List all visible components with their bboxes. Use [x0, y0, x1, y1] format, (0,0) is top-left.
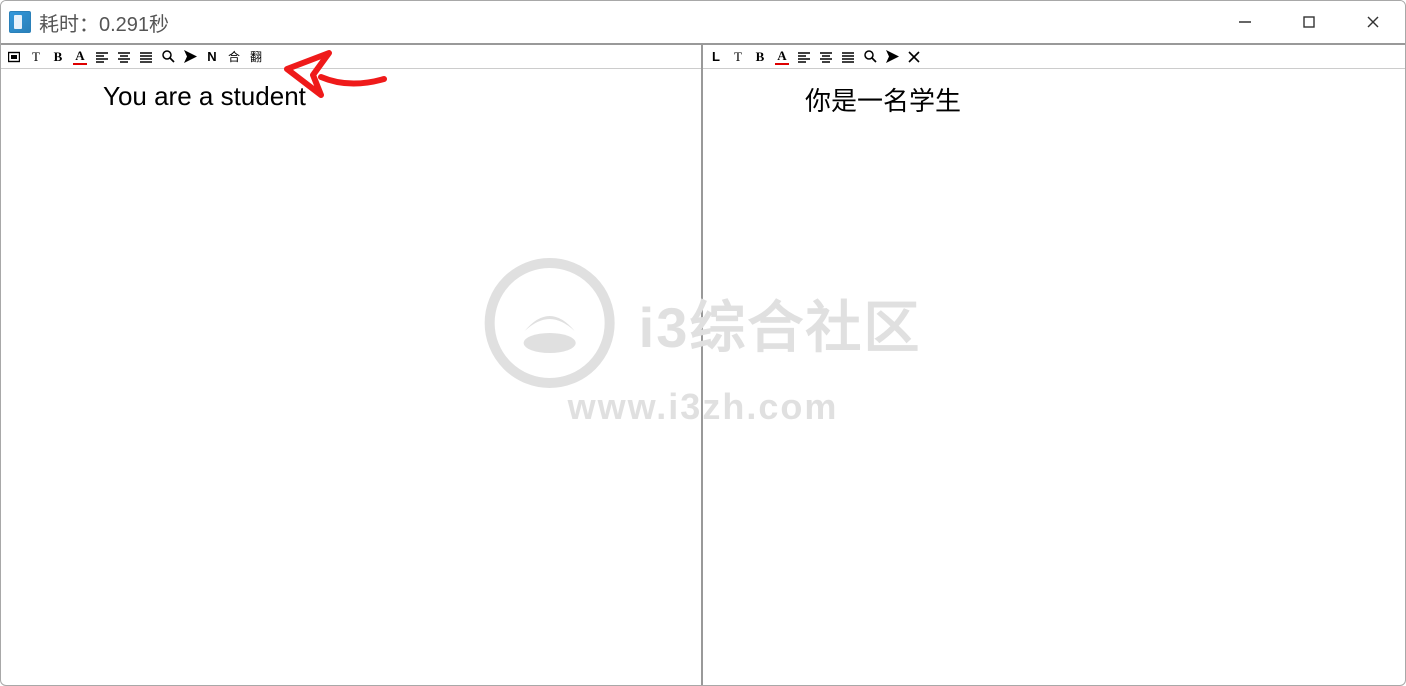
search-button[interactable]	[863, 49, 877, 65]
align-justify-button[interactable]	[841, 49, 855, 65]
merge-button[interactable]: 合	[227, 49, 241, 65]
minimize-icon	[1238, 15, 1252, 29]
app-icon	[9, 11, 31, 33]
align-left-button[interactable]	[797, 49, 811, 65]
translate-button[interactable]: 翻	[249, 49, 263, 65]
title-bar: 耗时：0.291秒	[1, 1, 1405, 45]
send-button[interactable]	[183, 49, 197, 65]
source-pane: T B A N 合 翻 You are a student	[1, 45, 703, 685]
app-window: 耗时：0.291秒 T B A	[0, 0, 1406, 686]
bold-button[interactable]: B	[753, 49, 767, 65]
search-icon	[864, 50, 877, 63]
source-text: You are a student	[103, 81, 677, 112]
close-button[interactable]	[1341, 1, 1405, 43]
target-toolbar: L T B A	[703, 45, 1405, 69]
paper-plane-icon	[184, 50, 197, 63]
send-button[interactable]	[885, 49, 899, 65]
window-controls	[1213, 1, 1405, 43]
align-justify-icon	[842, 51, 854, 63]
align-left-icon	[96, 51, 108, 63]
align-left-button[interactable]	[95, 49, 109, 65]
align-center-icon	[820, 51, 832, 63]
source-content-area[interactable]: You are a student	[1, 69, 701, 685]
minimize-button[interactable]	[1213, 1, 1277, 43]
align-center-icon	[118, 51, 130, 63]
align-center-button[interactable]	[117, 49, 131, 65]
align-center-button[interactable]	[819, 49, 833, 65]
align-justify-icon	[140, 51, 152, 63]
align-justify-button[interactable]	[139, 49, 153, 65]
text-button[interactable]: T	[731, 49, 745, 65]
underline-button[interactable]: A	[775, 49, 789, 65]
text-button[interactable]: T	[29, 49, 43, 65]
align-left-icon	[798, 51, 810, 63]
target-text: 你是一名学生	[805, 81, 1381, 118]
maximize-icon	[1302, 15, 1316, 29]
layout-button[interactable]	[7, 49, 21, 65]
x-icon	[908, 51, 920, 63]
underline-button[interactable]: A	[73, 49, 87, 65]
search-button[interactable]	[161, 49, 175, 65]
square-icon	[8, 51, 20, 63]
clear-button[interactable]	[907, 49, 921, 65]
source-toolbar: T B A N 合 翻	[1, 45, 701, 69]
maximize-button[interactable]	[1277, 1, 1341, 43]
search-icon	[162, 50, 175, 63]
n-button[interactable]: N	[205, 49, 219, 65]
target-pane: L T B A 你是一名学生	[703, 45, 1405, 685]
window-title: 耗时：0.291秒	[39, 8, 169, 37]
bold-button[interactable]: B	[51, 49, 65, 65]
paper-plane-icon	[886, 50, 899, 63]
layout-button[interactable]: L	[709, 49, 723, 65]
close-icon	[1366, 15, 1380, 29]
target-content-area[interactable]: 你是一名学生	[703, 69, 1405, 685]
panes-container: T B A N 合 翻 You are a student L T B	[1, 45, 1405, 685]
